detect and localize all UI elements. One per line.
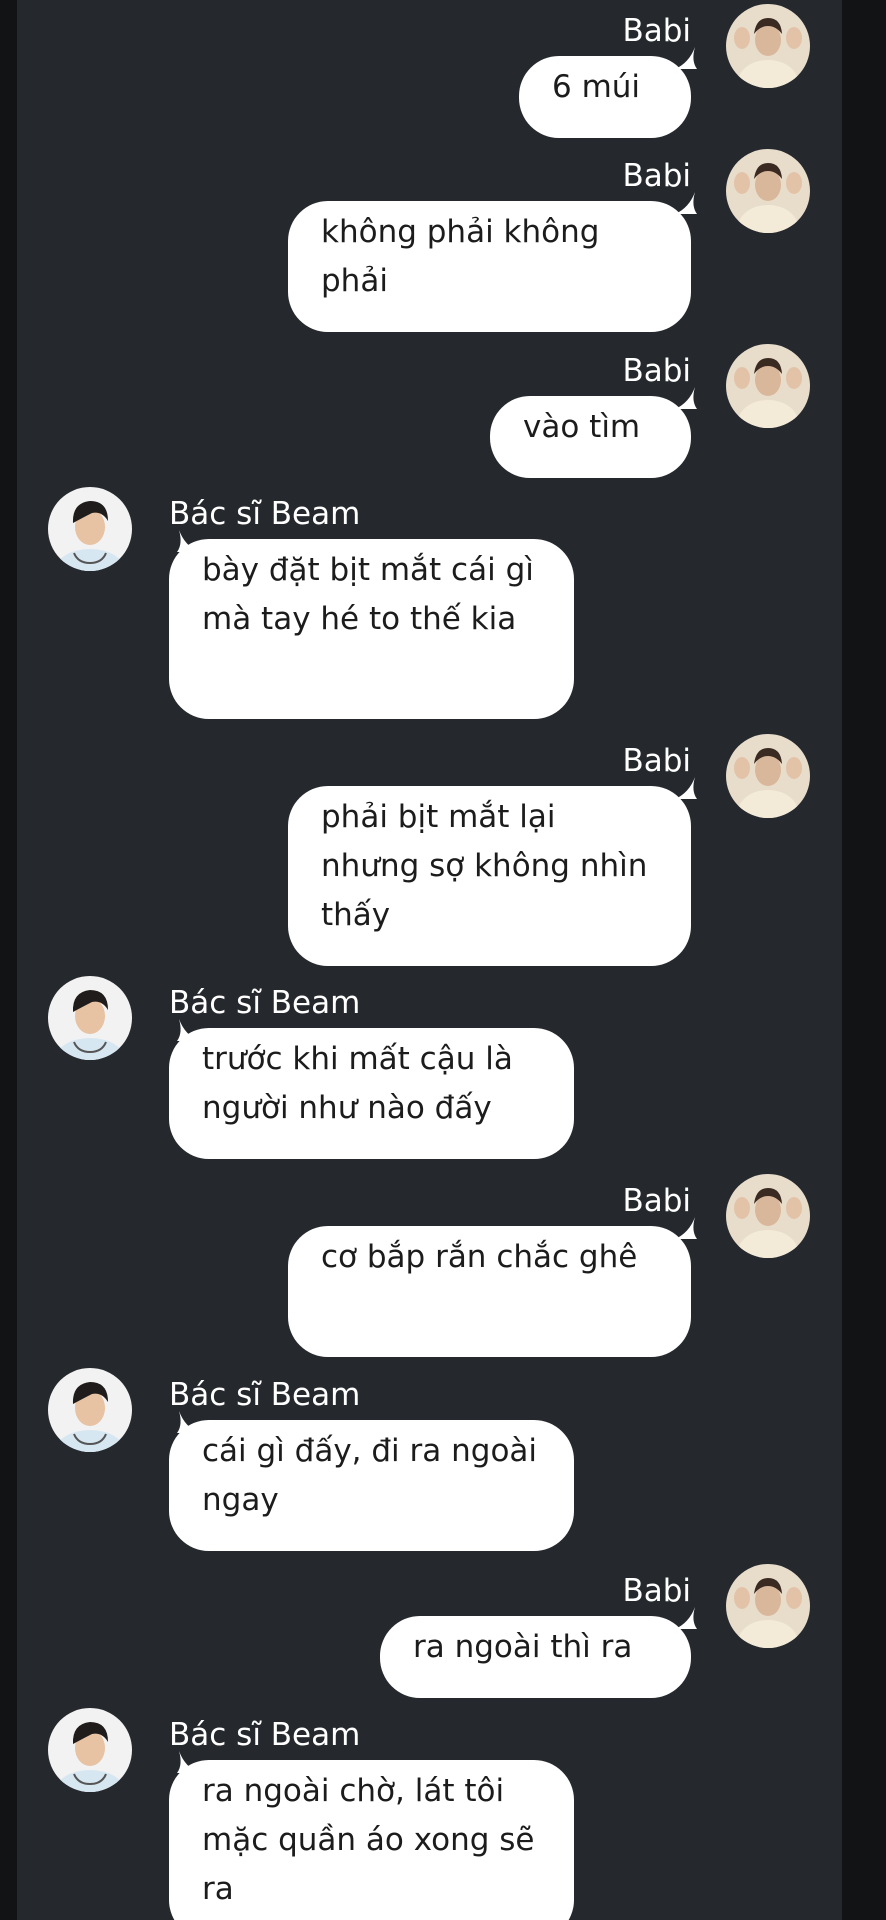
message-bubble[interactable]: trước khi mất cậu là người như nào đấy [169, 1019, 574, 1159]
message-babi: Babi không phải không phải [17, 149, 842, 332]
message-text: cái gì đấy, đi ra ngoài ngay [202, 1433, 538, 1518]
message-babi: Babi phải bịt mắt lại nhưng sợ không nhì… [17, 734, 842, 966]
doctor-beam-avatar[interactable] [48, 976, 132, 1060]
sender-name: Babi [622, 353, 691, 389]
sender-name: Babi [622, 13, 691, 49]
message-babi: Babi cơ bắp rắn chắc ghê [17, 1174, 842, 1357]
doctor-beam-avatar[interactable] [48, 487, 132, 571]
babi-avatar[interactable] [726, 1174, 810, 1258]
message-text: bày đặt bịt mắt cái gì mà tay hé to thế … [202, 552, 534, 637]
sender-name: Babi [622, 1573, 691, 1609]
bubble-tail [675, 1217, 697, 1239]
message-text: ra ngoài chờ, lát tôi mặc quần áo xong s… [202, 1773, 535, 1907]
sender-name: Bác sĩ Beam [169, 1377, 361, 1413]
message-text: không phải không phải [321, 214, 600, 299]
bubble-tail [177, 530, 199, 552]
babi-avatar[interactable] [726, 734, 810, 818]
message-bubble[interactable]: phải bịt mắt lại nhưng sợ không nhìn thấ… [288, 777, 697, 966]
sender-name: Babi [622, 158, 691, 194]
sender-name: Bác sĩ Beam [169, 496, 361, 532]
message-babi: Babi ra ngoài thì ra [17, 1564, 842, 1704]
message-beam: Bác sĩ Beam ra ngoài chờ, lát tôi mặc qu… [17, 1708, 842, 1920]
babi-avatar[interactable] [726, 4, 810, 88]
message-text: cơ bắp rắn chắc ghê [321, 1239, 638, 1275]
message-text: ra ngoài thì ra [413, 1629, 633, 1665]
message-text: vào tìm [523, 409, 641, 445]
message-babi: Babi 6 múi [17, 4, 842, 144]
sender-name: Babi [622, 1183, 691, 1219]
message-beam: Bác sĩ Beam trước khi mất cậu là người n… [17, 976, 842, 1159]
bubble-tail [675, 192, 697, 214]
message-bubble[interactable]: bày đặt bịt mắt cái gì mà tay hé to thế … [169, 530, 574, 719]
bubble-tail [177, 1411, 199, 1433]
message-bubble[interactable]: ra ngoài thì ra [380, 1607, 697, 1698]
doctor-beam-avatar[interactable] [48, 1708, 132, 1792]
message-text: 6 múi [552, 69, 641, 105]
chat-screen: Babi 6 múi Babi không phải không phải Ba… [17, 0, 842, 1920]
message-beam: Bác sĩ Beam bày đặt bịt mắt cái gì mà ta… [17, 487, 842, 719]
babi-avatar[interactable] [726, 1564, 810, 1648]
message-bubble[interactable]: ra ngoài chờ, lát tôi mặc quần áo xong s… [169, 1751, 574, 1920]
message-bubble[interactable]: 6 múi [519, 47, 697, 138]
bubble-tail [675, 777, 697, 799]
message-text: trước khi mất cậu là người như nào đấy [202, 1041, 513, 1126]
message-bubble[interactable]: không phải không phải [288, 192, 697, 332]
bubble-tail [177, 1751, 199, 1773]
bubble-tail [675, 387, 697, 409]
message-beam: Bác sĩ Beam cái gì đấy, đi ra ngoài ngay [17, 1368, 842, 1551]
message-bubble[interactable]: vào tìm [490, 387, 697, 478]
babi-avatar[interactable] [726, 149, 810, 233]
sender-name: Bác sĩ Beam [169, 1717, 361, 1753]
message-bubble[interactable]: cái gì đấy, đi ra ngoài ngay [169, 1411, 574, 1551]
bubble-tail [675, 1607, 697, 1629]
bubble-tail [675, 47, 697, 69]
babi-avatar[interactable] [726, 344, 810, 428]
sender-name: Babi [622, 743, 691, 779]
bubble-tail [177, 1019, 199, 1041]
doctor-beam-avatar[interactable] [48, 1368, 132, 1452]
message-text: phải bịt mắt lại nhưng sợ không nhìn thấ… [321, 799, 648, 933]
sender-name: Bác sĩ Beam [169, 985, 361, 1021]
message-babi: Babi vào tìm [17, 344, 842, 484]
message-bubble[interactable]: cơ bắp rắn chắc ghê [288, 1217, 697, 1357]
